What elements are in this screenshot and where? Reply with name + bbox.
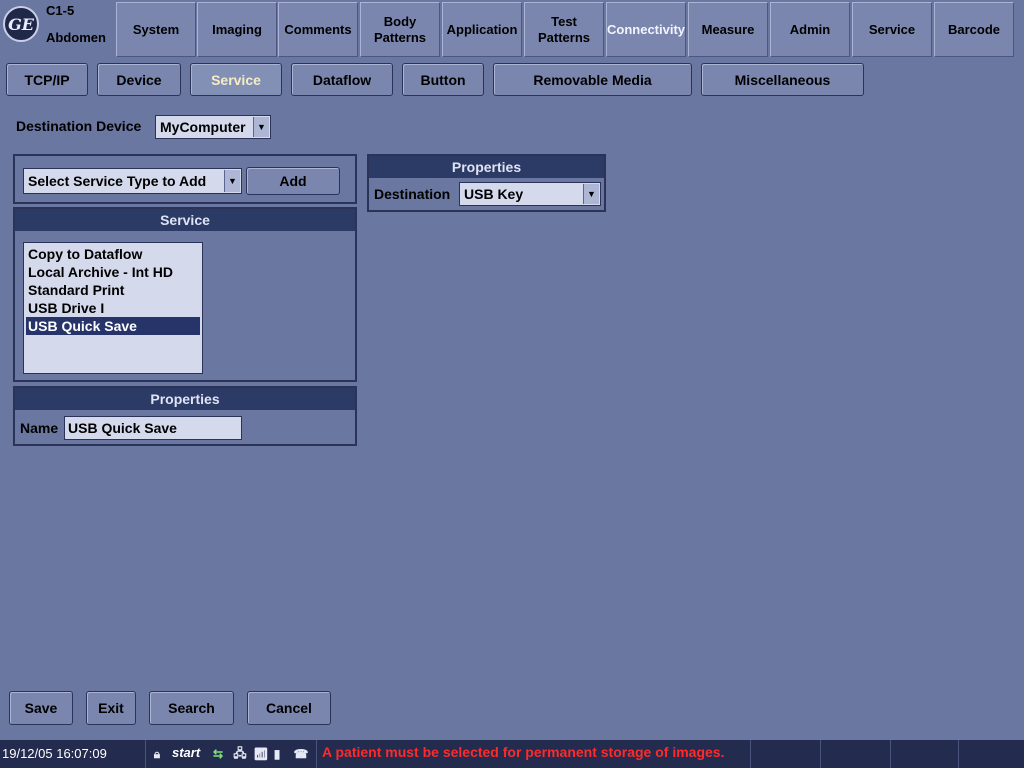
- list-item[interactable]: Standard Print: [24, 281, 202, 299]
- tab-application[interactable]: Application: [442, 2, 522, 57]
- status-divider: [750, 740, 751, 768]
- network-wireless-icon[interactable]: 📶︎: [252, 745, 270, 763]
- destination-device-value: MyComputer: [160, 119, 246, 135]
- cancel-button[interactable]: Cancel: [247, 691, 331, 725]
- service-list[interactable]: Copy to Dataflow Local Archive - Int HD …: [23, 242, 203, 374]
- subtab-device[interactable]: Device: [97, 63, 181, 96]
- tab-comments[interactable]: Comments: [278, 2, 358, 57]
- chevron-down-icon: ▼: [224, 170, 240, 192]
- tab-connectivity[interactable]: Connectivity: [606, 2, 686, 57]
- start-label[interactable]: start: [172, 745, 200, 760]
- properties-left-title: Properties: [15, 388, 355, 410]
- destination-device-select[interactable]: MyComputer ▼: [155, 115, 271, 139]
- status-divider: [820, 740, 821, 768]
- subtab-service[interactable]: Service: [190, 63, 282, 96]
- subtab-removable-media[interactable]: Removable Media: [493, 63, 692, 96]
- logo-area: GE C1-5 Abdomen: [0, 0, 115, 57]
- tab-barcode[interactable]: Barcode: [934, 2, 1014, 57]
- service-panel-title: Service: [15, 209, 355, 231]
- destination-select[interactable]: USB Key ▼: [459, 182, 601, 206]
- dataflow-icon[interactable]: ⇆: [209, 745, 227, 763]
- properties-panel-left: Properties Name USB Quick Save: [13, 386, 357, 446]
- exit-button[interactable]: Exit: [86, 691, 136, 725]
- tab-test-patterns[interactable]: Test Patterns: [524, 2, 604, 57]
- save-button[interactable]: Save: [9, 691, 73, 725]
- tab-service[interactable]: Service: [852, 2, 932, 57]
- battery-icon: ▮: [273, 747, 281, 761]
- network-disconnected-icon[interactable]: 🖧: [231, 745, 249, 763]
- destination-label: Destination: [374, 186, 451, 202]
- add-button[interactable]: Add: [246, 167, 340, 195]
- subtab-dataflow[interactable]: Dataflow: [291, 63, 393, 96]
- properties-right-title: Properties: [369, 156, 604, 178]
- add-service-panel: Select Service Type to Add ▼ Add: [13, 154, 357, 204]
- properties-panel-right: Properties Destination USB Key ▼: [367, 154, 606, 212]
- status-message: A patient must be selected for permanent…: [322, 744, 725, 760]
- phone-icon[interactable]: ☎: [292, 745, 310, 763]
- service-panel: Service Copy to Dataflow Local Archive -…: [13, 207, 357, 382]
- name-label: Name: [20, 420, 59, 436]
- tab-measure[interactable]: Measure: [688, 2, 768, 57]
- tab-system[interactable]: System: [116, 2, 196, 57]
- tab-imaging[interactable]: Imaging: [197, 2, 277, 57]
- list-item-selected[interactable]: USB Quick Save: [26, 317, 200, 335]
- ge-logo: GE: [3, 6, 39, 42]
- status-divider: [145, 740, 146, 768]
- list-item[interactable]: Copy to Dataflow: [24, 245, 202, 263]
- status-divider: [316, 740, 317, 768]
- subtab-tcpip[interactable]: TCP/IP: [6, 63, 88, 96]
- subtab-miscellaneous[interactable]: Miscellaneous: [701, 63, 864, 96]
- subtab-button[interactable]: Button: [402, 63, 484, 96]
- name-field[interactable]: USB Quick Save: [64, 416, 242, 440]
- list-item[interactable]: USB Drive I: [24, 299, 202, 317]
- destination-value: USB Key: [464, 186, 524, 202]
- lock-icon: 🔒︎: [153, 746, 161, 761]
- search-button[interactable]: Search: [149, 691, 234, 725]
- status-divider: [890, 740, 891, 768]
- chevron-down-icon: ▼: [583, 184, 599, 204]
- service-type-value: Select Service Type to Add: [28, 173, 207, 189]
- list-item[interactable]: Local Archive - Int HD: [24, 263, 202, 281]
- preset-label: Abdomen: [46, 30, 106, 45]
- service-type-select[interactable]: Select Service Type to Add ▼: [23, 168, 242, 194]
- destination-device-label: Destination Device: [16, 118, 142, 134]
- status-divider: [958, 740, 959, 768]
- datetime: 19/12/05 16:07:09: [2, 746, 107, 761]
- tab-admin[interactable]: Admin: [770, 2, 850, 57]
- probe-label: C1-5: [46, 3, 75, 18]
- tab-body-patterns[interactable]: Body Patterns: [360, 2, 440, 57]
- chevron-down-icon: ▼: [253, 117, 269, 137]
